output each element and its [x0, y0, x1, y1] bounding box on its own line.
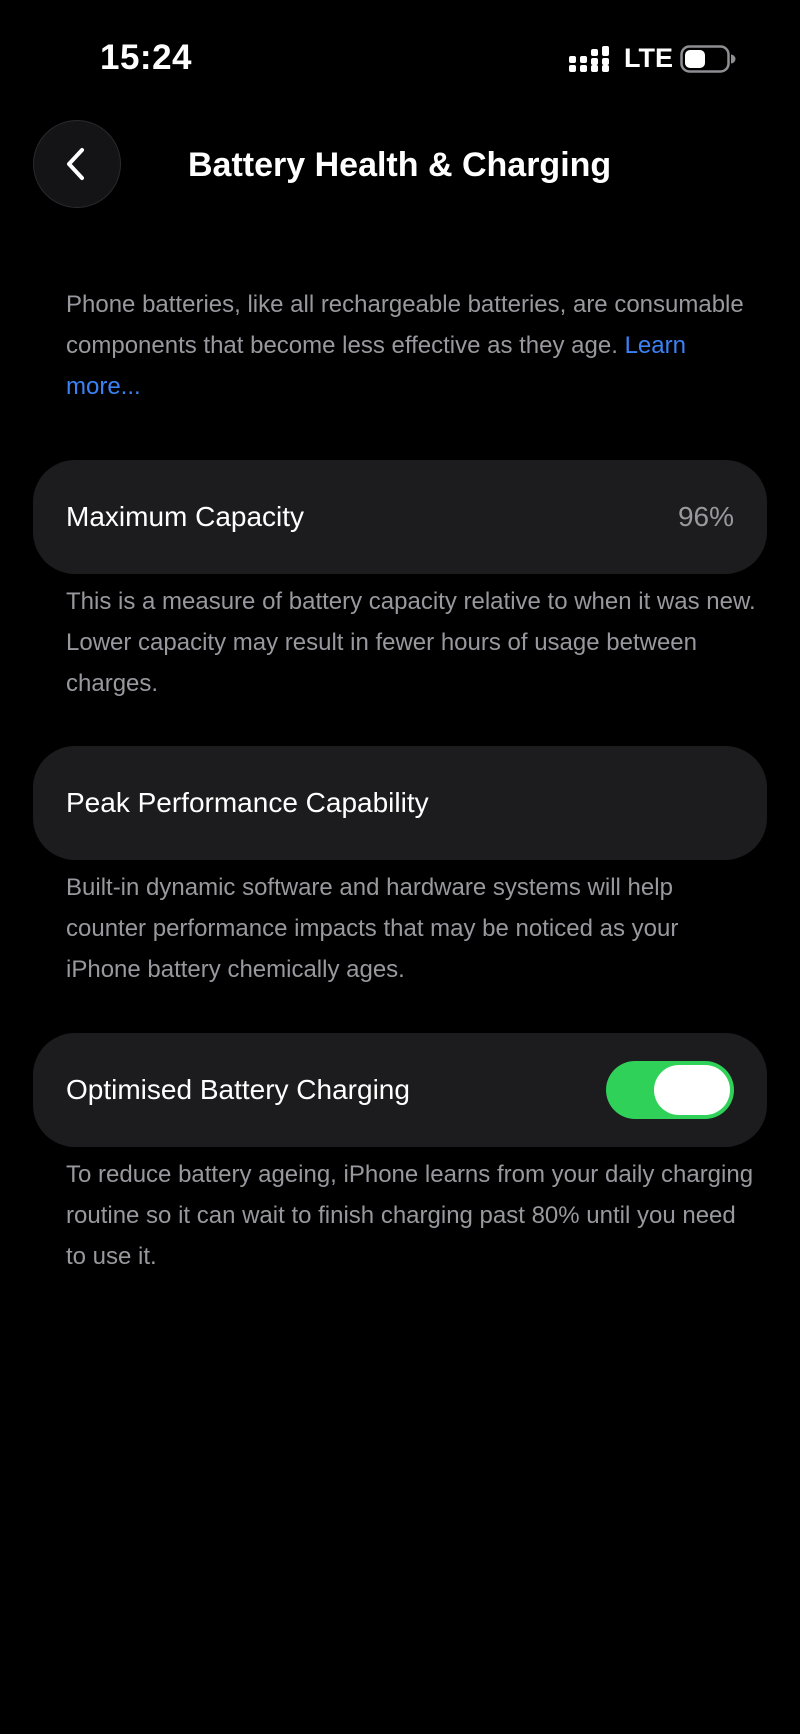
- peak-performance-label: Peak Performance Capability: [66, 787, 429, 818]
- peak-performance-description: Built-in dynamic software and hardware s…: [66, 874, 679, 983]
- status-bar: 15:24 LTE: [0, 0, 800, 110]
- battery-icon: [680, 45, 736, 73]
- intro-description: Phone batteries, like all rechargeable b…: [66, 284, 756, 407]
- cellular-signal-icon: [569, 46, 609, 72]
- maximum-capacity-label: Maximum Capacity: [66, 501, 305, 532]
- optimised-charging-description: To reduce battery ageing, iPhone learns …: [66, 1161, 754, 1270]
- maximum-capacity-description: This is a measure of battery capacity re…: [66, 588, 756, 697]
- network-type: LTE: [624, 43, 673, 73]
- optimised-charging-toggle[interactable]: [606, 1061, 734, 1119]
- optimised-charging-row: Optimised Battery Charging: [33, 1033, 767, 1147]
- chevron-left-icon: [67, 148, 84, 180]
- peak-performance-row: Peak Performance Capability: [33, 746, 767, 860]
- back-button[interactable]: [33, 120, 121, 208]
- toggle-knob: [654, 1065, 730, 1115]
- maximum-capacity-row: Maximum Capacity 96%: [33, 460, 767, 574]
- maximum-capacity-value: 96%: [677, 501, 734, 532]
- optimised-charging-label: Optimised Battery Charging: [66, 1074, 410, 1105]
- status-time: 15:24: [100, 38, 193, 77]
- page-title: Battery Health & Charging: [188, 146, 612, 184]
